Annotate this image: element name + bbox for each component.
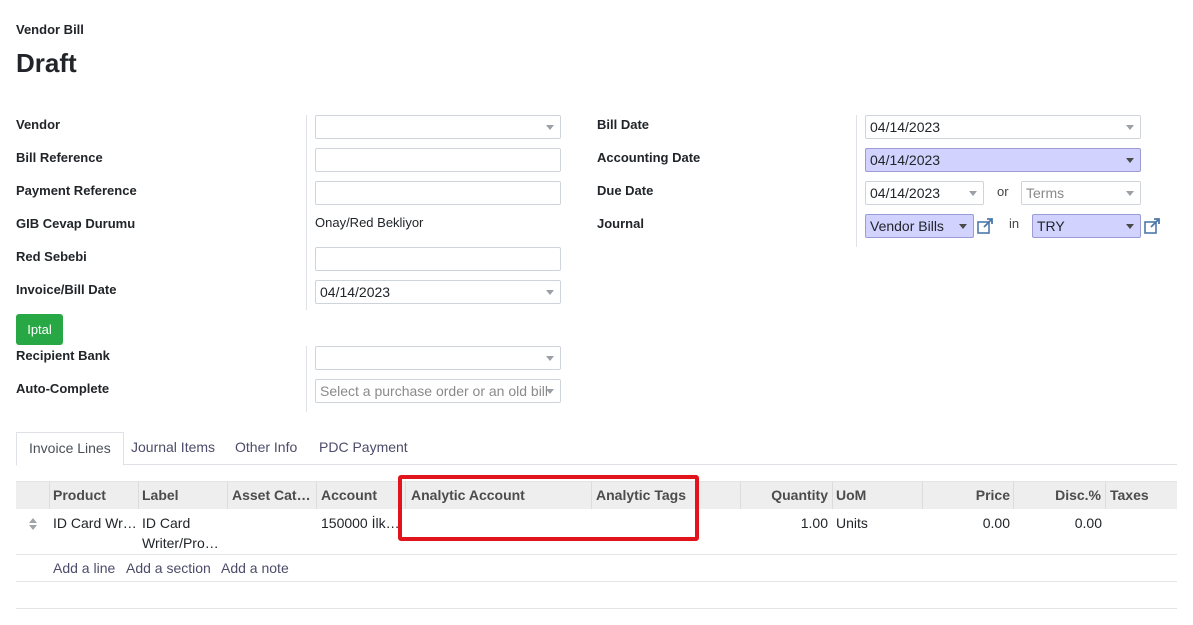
chevron-down-icon (959, 224, 967, 229)
column-header-account[interactable]: Account (321, 482, 403, 510)
vendor-label: Vendor (16, 117, 61, 132)
journal-select[interactable]: Vendor Bills (865, 214, 974, 238)
chevron-down-icon (546, 389, 554, 394)
bill-date-label: Bill Date (597, 117, 650, 132)
accounting-date-label: Accounting Date (597, 150, 701, 165)
due-date-or-text: or (997, 184, 1009, 199)
due-date-input[interactable]: 04/14/2023 (865, 181, 984, 205)
column-separator (740, 482, 741, 510)
due-date-label: Due Date (597, 183, 654, 198)
column-separator (1105, 482, 1106, 510)
chevron-down-icon (1126, 191, 1134, 196)
column-header-label[interactable]: Label (142, 482, 228, 510)
cell-label-line: ID Card (142, 515, 191, 531)
document-type-label: Vendor Bill (16, 22, 84, 37)
column-separator (138, 482, 139, 510)
auto-complete-select[interactable]: Select a purchase order or an old bill (315, 379, 561, 403)
recipient-bank-label: Recipient Bank (16, 348, 110, 363)
invoice-bill-date-input[interactable]: 04/14/2023 (315, 280, 561, 304)
red-sebebi-label: Red Sebebi (16, 249, 87, 264)
column-header-taxes[interactable]: Taxes (1110, 482, 1170, 510)
table-footer-divider (16, 608, 1177, 609)
bill-reference-input[interactable] (315, 148, 561, 172)
chevron-down-icon (969, 191, 977, 196)
column-header-quantity[interactable]: Quantity (744, 482, 828, 510)
chevron-down-icon (1126, 224, 1134, 229)
accounting-date-input[interactable]: 04/14/2023 (865, 148, 1141, 172)
journal-label: Journal (597, 216, 644, 231)
chevron-down-icon (546, 356, 554, 361)
iptal-button[interactable]: Iptal (16, 314, 63, 345)
gib-cevap-durumu-label: GIB Cevap Durumu (16, 216, 136, 231)
column-header-discount[interactable]: Disc.% (1017, 482, 1101, 510)
highlight-box (398, 475, 699, 541)
chevron-down-icon (546, 125, 554, 130)
bill-reference-label: Bill Reference (16, 150, 103, 165)
column-header-price[interactable]: Price (926, 482, 1010, 510)
cell-label[interactable]: ID Card Writer/Prog… (142, 513, 224, 553)
chevron-down-icon (546, 290, 554, 295)
payment-terms-select[interactable]: Terms (1021, 181, 1141, 205)
column-separator (922, 482, 923, 510)
column-header-uom[interactable]: UoM (836, 482, 916, 510)
column-separator (49, 482, 50, 510)
add-section-link[interactable]: Add a section (126, 560, 211, 576)
gib-cevap-durumu-value: Onay/Red Bekliyor (315, 215, 424, 230)
chevron-down-icon (1126, 158, 1134, 163)
add-note-link[interactable]: Add a note (221, 560, 289, 576)
red-sebebi-input[interactable] (315, 247, 561, 271)
cell-product[interactable]: ID Card Wri… (53, 513, 137, 533)
tab-invoice-lines[interactable]: Invoice Lines (16, 432, 124, 466)
tab-pdc-payment[interactable]: PDC Payment (307, 432, 420, 463)
vendor-select[interactable] (315, 115, 561, 139)
right-form-divider (856, 115, 857, 247)
cell-quantity[interactable]: 1.00 (744, 513, 828, 533)
payment-reference-input[interactable] (315, 181, 561, 205)
external-link-icon[interactable] (1143, 217, 1161, 235)
column-separator (832, 482, 833, 510)
drag-handle-icon[interactable] (28, 517, 38, 531)
external-link-icon[interactable] (976, 217, 994, 235)
add-line-link[interactable]: Add a line (53, 560, 115, 576)
recipient-bank-select[interactable] (315, 346, 561, 370)
column-header-product[interactable]: Product (53, 482, 139, 510)
column-separator (316, 482, 317, 510)
cell-label-line: Writer/Prog… (142, 535, 224, 551)
bill-date-input[interactable]: 04/14/2023 (865, 115, 1141, 139)
column-header-asset-category[interactable]: Asset Cate… (232, 482, 318, 510)
document-status-title: Draft (16, 48, 77, 78)
left-form-divider-lower (306, 346, 307, 412)
cell-account[interactable]: 150000 İlk … (321, 513, 401, 533)
chevron-down-icon (1126, 125, 1134, 130)
tab-journal-items[interactable]: Journal Items (119, 432, 227, 463)
journal-in-text: in (1009, 216, 1020, 231)
auto-complete-label: Auto-Complete (16, 381, 110, 396)
payment-reference-label: Payment Reference (16, 183, 137, 198)
cell-price[interactable]: 0.00 (926, 513, 1010, 533)
column-separator (227, 482, 228, 510)
currency-select[interactable]: TRY (1032, 214, 1141, 238)
left-form-divider (306, 115, 307, 310)
invoice-bill-date-label: Invoice/Bill Date (16, 282, 117, 297)
table-divider (16, 581, 1177, 582)
cell-uom[interactable]: Units (836, 513, 916, 533)
notebook-tabs: Invoice Lines Journal Items Other Info P… (16, 432, 1177, 466)
cell-discount[interactable]: 0.00 (1017, 513, 1102, 533)
column-separator (1013, 482, 1014, 510)
tab-other-info[interactable]: Other Info (223, 432, 309, 463)
